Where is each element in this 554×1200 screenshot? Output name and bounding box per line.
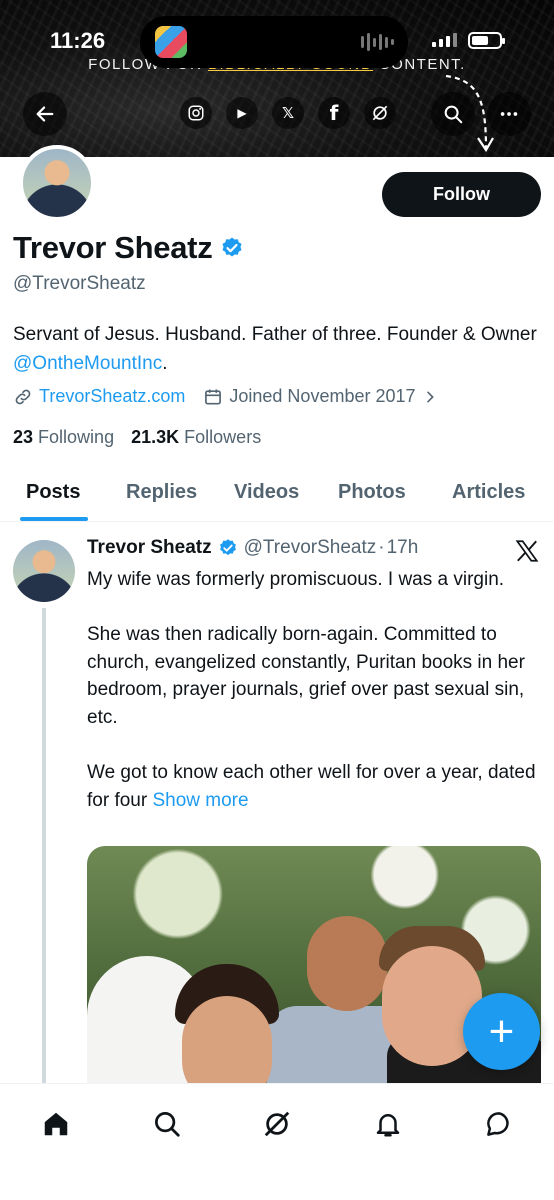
grok-icon bbox=[264, 1111, 290, 1137]
tab-photos[interactable]: Photos bbox=[338, 481, 406, 504]
bio-text: Servant of Jesus. Husband. Father of thr… bbox=[13, 324, 537, 345]
status-time: 11:26 bbox=[50, 28, 106, 53]
profile-name-row: Trevor Sheatz bbox=[13, 230, 244, 266]
chevron-right-icon[interactable] bbox=[422, 389, 438, 405]
social-links: ▶ 𝕏 f bbox=[180, 97, 396, 129]
battery-icon bbox=[468, 32, 505, 49]
home-icon bbox=[44, 1112, 68, 1136]
back-button[interactable] bbox=[23, 92, 67, 136]
tab-videos[interactable]: Videos bbox=[234, 481, 299, 504]
chat-bubble-icon bbox=[487, 1112, 509, 1136]
image-figure bbox=[182, 996, 272, 1086]
bell-icon bbox=[376, 1114, 400, 1137]
post-body: My wife was formerly promiscuous. I was … bbox=[87, 569, 536, 811]
nav-grok[interactable] bbox=[255, 1102, 299, 1146]
nav-home[interactable] bbox=[34, 1102, 78, 1146]
website-link[interactable]: TrevorSheatz.com bbox=[39, 386, 185, 407]
link-icon bbox=[15, 389, 31, 404]
bottom-navigation bbox=[0, 1083, 554, 1200]
follow-stats: 23 Following 21.3K Followers bbox=[13, 427, 261, 448]
facebook-icon: f bbox=[329, 101, 339, 125]
image-figure bbox=[307, 916, 387, 1011]
post-header: Trevor Sheatz @TrevorSheatz · 17h bbox=[87, 537, 418, 559]
post-text[interactable]: My wife was formerly promiscuous. I was … bbox=[87, 566, 537, 814]
post-separator: · bbox=[378, 537, 385, 558]
now-playing-app-icon bbox=[155, 26, 187, 58]
bio-end: . bbox=[162, 353, 168, 374]
joined-date: Joined November 2017 bbox=[229, 386, 416, 406]
followers-count: 21.3K bbox=[131, 427, 180, 447]
bio-mention-link[interactable]: @OntheMountInc bbox=[13, 353, 162, 374]
post-author-avatar[interactable] bbox=[13, 540, 75, 602]
post-author-name[interactable]: Trevor Sheatz bbox=[87, 537, 212, 559]
profile-tabs: Posts Replies Videos Photos Articles bbox=[0, 469, 554, 522]
followers-label: Followers bbox=[184, 427, 262, 447]
search-icon bbox=[155, 1112, 180, 1137]
more-icon bbox=[500, 112, 518, 116]
verified-badge-icon bbox=[219, 539, 236, 556]
active-tab-indicator bbox=[20, 517, 88, 521]
profile-handle: @TrevorSheatz bbox=[13, 273, 146, 294]
audio-wave-icon bbox=[361, 32, 394, 52]
post-author-handle[interactable]: @TrevorSheatz bbox=[244, 537, 377, 559]
following-link[interactable]: 23 Following bbox=[13, 427, 114, 447]
verified-badge-icon[interactable] bbox=[220, 236, 244, 260]
profile-bio: Servant of Jesus. Husband. Father of thr… bbox=[13, 320, 543, 378]
x-icon: 𝕏 bbox=[281, 105, 295, 122]
tab-articles[interactable]: Articles bbox=[452, 481, 525, 504]
x-link[interactable]: 𝕏 bbox=[272, 97, 304, 129]
profile-avatar[interactable] bbox=[19, 145, 95, 221]
tab-replies[interactable]: Replies bbox=[126, 481, 197, 504]
calendar-icon bbox=[205, 389, 222, 404]
show-more-link[interactable]: Show more bbox=[152, 790, 248, 811]
compose-post-button[interactable]: + bbox=[463, 993, 540, 1070]
profile-name: Trevor Sheatz bbox=[13, 230, 213, 265]
instagram-link[interactable] bbox=[180, 97, 212, 129]
profile-banner[interactable]: FOLLOW FOR BIBLICALLY SOUND CONTENT. 11:… bbox=[0, 0, 554, 157]
facebook-link[interactable]: f bbox=[318, 97, 350, 129]
nav-messages[interactable] bbox=[477, 1102, 521, 1146]
signal-icon bbox=[432, 33, 457, 47]
banner-arrow-drawing bbox=[445, 74, 494, 153]
dynamic-island bbox=[140, 16, 408, 68]
follow-button[interactable]: Follow bbox=[382, 172, 541, 217]
youtube-icon: ▶ bbox=[237, 106, 247, 120]
grok-icon bbox=[372, 105, 388, 121]
following-label: Following bbox=[38, 427, 115, 447]
instagram-icon bbox=[188, 105, 204, 121]
nav-notifications[interactable] bbox=[366, 1102, 410, 1146]
tab-posts[interactable]: Posts bbox=[26, 481, 80, 504]
thread-line bbox=[42, 608, 46, 1083]
back-arrow-icon bbox=[36, 106, 54, 122]
following-count: 23 bbox=[13, 427, 34, 447]
nav-search[interactable] bbox=[145, 1102, 189, 1146]
x-logo-icon bbox=[515, 540, 539, 562]
profile-meta: TrevorSheatz.com Joined November 2017 bbox=[13, 386, 438, 407]
followers-link[interactable]: 21.3K Followers bbox=[131, 427, 261, 447]
post-time[interactable]: 17h bbox=[387, 537, 419, 559]
youtube-link[interactable]: ▶ bbox=[226, 97, 258, 129]
grok-link[interactable] bbox=[364, 97, 396, 129]
